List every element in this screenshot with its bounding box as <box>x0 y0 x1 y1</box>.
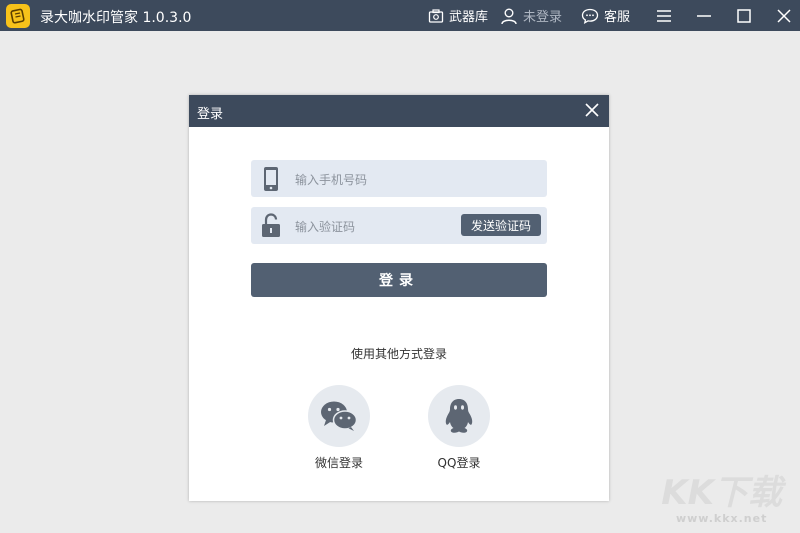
login-button[interactable]: 登录 <box>251 263 547 297</box>
user-icon <box>501 8 517 24</box>
maximize-icon <box>737 8 751 23</box>
maximize-button[interactable] <box>728 0 760 31</box>
phone-field[interactable]: 输入手机号码 <box>251 160 547 197</box>
wechat-login-label: 微信登录 <box>314 456 363 470</box>
login-status-button[interactable]: 未登录 <box>500 0 562 31</box>
verification-code-field[interactable]: 输入验证码 发送验证码 <box>251 207 547 244</box>
arsenal-icon <box>428 8 444 23</box>
title-bar: 录大咖水印管家 1.0.3.0 武器库 未登录 客服 <box>0 0 800 31</box>
window-close-button[interactable] <box>768 0 800 31</box>
service-button[interactable]: 客服 <box>581 0 630 31</box>
wechat-login[interactable]: 微信登录 <box>307 385 371 471</box>
dialog-close-button[interactable] <box>583 101 601 119</box>
watermark-logo: KK下载 www.kkx.net <box>661 473 782 525</box>
dialog-header: 登录 <box>189 95 609 127</box>
code-placeholder: 输入验证码 <box>295 220 356 234</box>
chat-icon <box>581 8 599 24</box>
qq-login-button[interactable] <box>428 385 490 447</box>
service-label: 客服 <box>604 10 631 25</box>
close-icon <box>777 8 791 23</box>
close-icon <box>585 103 599 117</box>
qq-icon <box>445 399 473 433</box>
phone-icon <box>264 167 278 191</box>
minimize-button[interactable] <box>688 0 720 31</box>
minimize-icon <box>697 14 711 17</box>
lock-icon <box>262 213 280 237</box>
logo-icon <box>6 4 30 28</box>
other-login-methods-label: 使用其他方式登录 <box>350 347 447 361</box>
phone-placeholder: 输入手机号码 <box>295 173 368 187</box>
qq-login[interactable]: QQ登录 <box>427 385 491 471</box>
arsenal-button[interactable]: 武器库 <box>428 0 488 31</box>
arsenal-label: 武器库 <box>449 10 489 25</box>
wechat-icon <box>321 401 358 431</box>
send-code-button[interactable]: 发送验证码 <box>461 214 541 236</box>
wechat-login-button[interactable] <box>308 385 370 447</box>
login-dialog: 登录 输入手机号码 输入验证码 发送验证码 登录 使用其他方式登录 微信登录 Q… <box>189 95 609 501</box>
app-title: 录大咖水印管家 1.0.3.0 <box>40 10 192 26</box>
dialog-title: 登录 <box>197 107 224 122</box>
menu-icon <box>657 9 671 22</box>
login-status-label: 未登录 <box>523 10 563 25</box>
qq-login-label: QQ登录 <box>437 456 481 470</box>
menu-button[interactable] <box>648 0 680 31</box>
